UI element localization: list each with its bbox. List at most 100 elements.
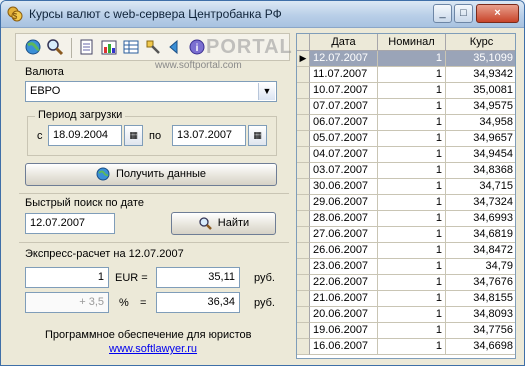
table-row[interactable]: 22.06.2007 1 34,7676	[297, 275, 515, 291]
cell-nominal: 1	[378, 291, 446, 307]
table-row[interactable]: 23.06.2007 1 34,79	[297, 259, 515, 275]
header-date[interactable]: Дата	[310, 34, 378, 51]
window-title: Курсы валют с web-сервера Центробанка РФ	[29, 7, 282, 21]
cell-date: 04.07.2007	[310, 147, 378, 163]
table-row[interactable]: 20.06.2007 1 34,8093	[297, 307, 515, 323]
table-icon[interactable]	[122, 38, 140, 56]
table-row[interactable]: 04.07.2007 1 34,9454	[297, 147, 515, 163]
fetch-data-button[interactable]: Получить данные	[25, 163, 277, 186]
period-to-label: по	[149, 130, 162, 142]
cell-rate: 34,8155	[446, 291, 515, 307]
back-icon[interactable]	[166, 38, 184, 56]
cell-date: 19.06.2007	[310, 323, 378, 339]
cell-rate: 34,8368	[446, 163, 515, 179]
table-row[interactable]: 16.06.2007 1 34,6698	[297, 339, 515, 355]
row-indicator	[297, 195, 310, 211]
maximize-button[interactable]: □	[454, 4, 473, 23]
title-bar[interactable]: $ Курсы валют с web-сервера Центробанка …	[1, 1, 524, 28]
bar-chart-icon[interactable]	[100, 38, 118, 56]
minimize-button[interactable]: _	[433, 4, 452, 23]
rates-table[interactable]: Дата Номинал Курс ▶ 12.07.2007 1 35,1099 11.…	[296, 33, 516, 359]
table-row[interactable]: 05.07.2007 1 34,9657	[297, 131, 515, 147]
calendar-to-icon[interactable]: ▦	[248, 125, 267, 146]
express-currency-code: EUR =	[115, 272, 148, 284]
currency-select[interactable]: ЕВРО ▼	[25, 81, 277, 102]
express-result2-field: 36,34	[156, 292, 240, 313]
cell-date: 05.07.2007	[310, 131, 378, 147]
row-indicator	[297, 259, 310, 275]
period-from-input[interactable]: 18.09.2004	[48, 125, 122, 146]
cell-date: 10.07.2007	[310, 83, 378, 99]
period-to-input[interactable]: 13.07.2007	[172, 125, 246, 146]
table-row[interactable]: 28.06.2007 1 34,6993	[297, 211, 515, 227]
globe-icon[interactable]	[24, 38, 42, 56]
express-amount-input[interactable]: 1	[25, 267, 109, 288]
row-indicator	[297, 115, 310, 131]
svg-text:i: i	[196, 43, 199, 54]
app-window: $ Курсы валют с web-сервера Центробанка …	[0, 0, 525, 366]
express-equals-sign: =	[140, 297, 147, 309]
search-icon[interactable]	[46, 38, 64, 56]
row-indicator	[297, 323, 310, 339]
table-row[interactable]: 29.06.2007 1 34,7324	[297, 195, 515, 211]
row-indicator	[297, 179, 310, 195]
cell-nominal: 1	[378, 259, 446, 275]
express-unit2: руб.	[254, 297, 275, 309]
row-indicator	[297, 99, 310, 115]
cell-nominal: 1	[378, 243, 446, 259]
client-area: i PORTAL www.softportal.com Валюта ЕВРО …	[5, 29, 520, 363]
quick-search-date-input[interactable]: 12.07.2007	[25, 213, 115, 234]
cell-date: 23.06.2007	[310, 259, 378, 275]
currency-value: ЕВРО	[30, 85, 61, 97]
table-row[interactable]: 26.06.2007 1 34,8472	[297, 243, 515, 259]
document-icon[interactable]	[78, 38, 96, 56]
table-row[interactable]: 07.07.2007 1 34,9575	[297, 99, 515, 115]
cell-nominal: 1	[378, 307, 446, 323]
chevron-down-icon[interactable]: ▼	[258, 83, 275, 100]
toolbar: i PORTAL	[15, 33, 292, 61]
cell-rate: 34,6993	[446, 211, 515, 227]
search-icon	[199, 217, 212, 230]
table-row[interactable]: 06.07.2007 1 34,958	[297, 115, 515, 131]
info-icon[interactable]: i	[188, 38, 206, 56]
row-indicator	[297, 163, 310, 179]
fetch-data-label: Получить данные	[115, 168, 207, 180]
table-row[interactable]: 19.06.2007 1 34,7756	[297, 323, 515, 339]
table-row[interactable]: 21.06.2007 1 34,8155	[297, 291, 515, 307]
table-row[interactable]: 10.07.2007 1 35,0081	[297, 83, 515, 99]
row-indicator	[297, 227, 310, 243]
find-button[interactable]: Найти	[171, 212, 276, 235]
close-button[interactable]: ×	[476, 4, 519, 23]
cell-date: 03.07.2007	[310, 163, 378, 179]
table-row[interactable]: 03.07.2007 1 34,8368	[297, 163, 515, 179]
table-header: Дата Номинал Курс	[297, 34, 515, 51]
express-percent-sign: %	[119, 297, 129, 309]
cell-date: 11.07.2007	[310, 67, 378, 83]
cell-nominal: 1	[378, 275, 446, 291]
table-row[interactable]: 30.06.2007 1 34,715	[297, 179, 515, 195]
header-nominal[interactable]: Номинал	[378, 34, 446, 51]
table-row[interactable]: ▶ 12.07.2007 1 35,1099	[297, 51, 515, 67]
row-indicator	[297, 243, 310, 259]
cell-nominal: 1	[378, 339, 446, 355]
tools-icon[interactable]	[144, 38, 162, 56]
cell-rate: 34,7676	[446, 275, 515, 291]
period-from-label: с	[37, 130, 43, 142]
cell-rate: 34,6698	[446, 339, 515, 355]
cell-date: 27.06.2007	[310, 227, 378, 243]
cell-rate: 34,9454	[446, 147, 515, 163]
express-percent-input[interactable]: + 3,5	[25, 292, 109, 313]
table-row[interactable]: 27.06.2007 1 34,6819	[297, 227, 515, 243]
period-label: Период загрузки	[35, 109, 126, 121]
footer-link[interactable]: www.softlawyer.ru	[109, 343, 197, 355]
row-indicator: ▶	[297, 51, 310, 67]
header-rate[interactable]: Курс	[446, 34, 515, 51]
row-indicator	[297, 67, 310, 83]
cell-nominal: 1	[378, 115, 446, 131]
globe-icon	[96, 167, 110, 181]
calendar-from-icon[interactable]: ▦	[124, 125, 143, 146]
table-row[interactable]: 11.07.2007 1 34,9342	[297, 67, 515, 83]
cell-rate: 35,0081	[446, 83, 515, 99]
cell-date: 30.06.2007	[310, 179, 378, 195]
row-indicator	[297, 339, 310, 355]
